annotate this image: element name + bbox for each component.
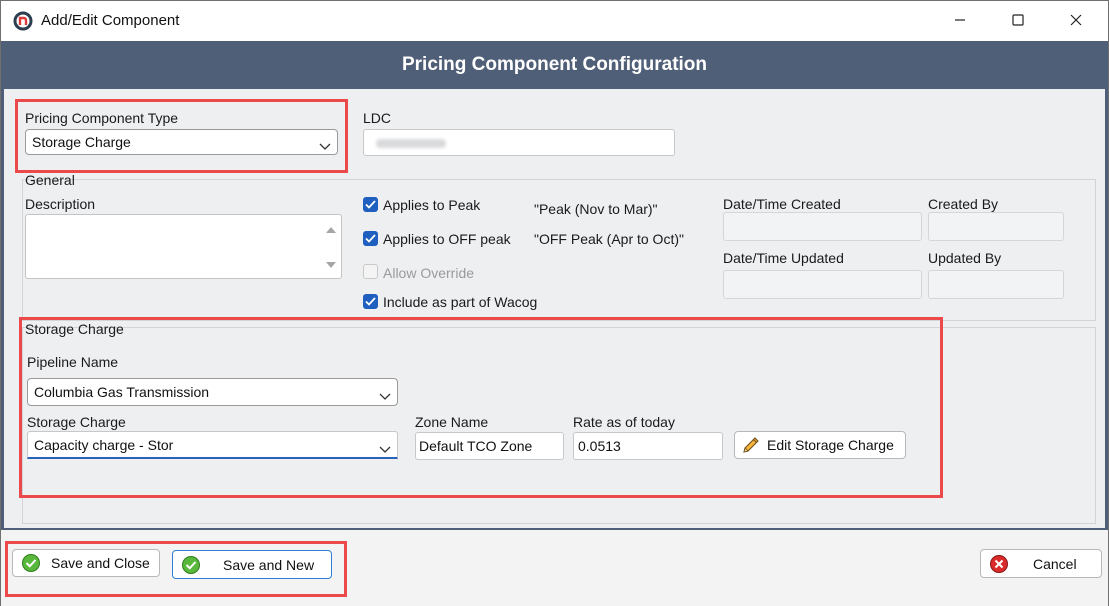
ldc-label: LDC xyxy=(363,110,392,126)
close-window-button[interactable] xyxy=(1052,1,1100,41)
storage-charge-value: Capacity charge - Stor xyxy=(34,436,174,453)
chevron-down-icon xyxy=(379,388,391,400)
include-wacog-checkbox[interactable] xyxy=(363,294,378,309)
storage-charge-title: Storage Charge xyxy=(25,321,124,337)
pricing-type-value: Storage Charge xyxy=(32,134,131,150)
date-created-field xyxy=(723,212,922,241)
rate-value: 0.0513 xyxy=(578,438,621,454)
applies-off-peak-label: Applies to OFF peak xyxy=(383,231,511,247)
date-updated-label: Date/Time Updated xyxy=(723,250,844,266)
storage-charge-label: Storage Charge xyxy=(27,414,126,430)
ldc-input[interactable] xyxy=(363,129,675,156)
general-title: General xyxy=(25,172,75,188)
check-circle-icon xyxy=(21,553,41,573)
updated-by-label: Updated By xyxy=(928,250,1002,266)
applies-peak-label: Applies to Peak xyxy=(383,197,481,213)
window-title: Add/Edit Component xyxy=(41,12,180,29)
dialog-window: Add/Edit Component Pricing Component Con… xyxy=(0,0,1109,606)
updated-by-field xyxy=(928,270,1064,299)
cancel-circle-icon xyxy=(989,554,1009,574)
minimize-button[interactable] xyxy=(936,1,984,41)
storage-charge-select[interactable]: Capacity charge - Stor xyxy=(27,431,398,459)
applies-peak-checkbox[interactable] xyxy=(363,197,378,212)
zone-name-label: Zone Name xyxy=(415,414,489,430)
footer-bar: Save and Close Save and New Cancel xyxy=(1,530,1108,606)
dialog-body: Pricing Component Configuration Pricing … xyxy=(1,41,1108,530)
check-circle-icon xyxy=(181,555,201,575)
pipeline-name-label: Pipeline Name xyxy=(27,354,119,370)
pipeline-name-value: Columbia Gas Transmission xyxy=(34,384,210,400)
applies-off-peak-checkbox[interactable] xyxy=(363,231,378,246)
zone-name-value: Default TCO Zone xyxy=(419,438,533,454)
page-title: Pricing Component Configuration xyxy=(401,54,708,75)
save-and-new-button[interactable]: Save and New xyxy=(172,550,332,579)
cancel-button[interactable]: Cancel xyxy=(980,549,1102,578)
pricing-type-label: Pricing Component Type xyxy=(25,110,179,126)
title-bar: Add/Edit Component xyxy=(1,1,1108,41)
pencil-icon xyxy=(741,435,761,455)
scroll-down-icon[interactable] xyxy=(326,256,336,272)
edit-storage-charge-label: Edit Storage Charge xyxy=(767,437,894,453)
allow-override-checkbox[interactable] xyxy=(363,264,378,279)
pipeline-name-select[interactable]: Columbia Gas Transmission xyxy=(27,378,398,406)
cancel-label: Cancel xyxy=(1033,555,1077,572)
storage-charge-panel xyxy=(22,327,1096,524)
save-and-close-label: Save and Close xyxy=(51,555,150,571)
created-by-field xyxy=(928,212,1064,241)
chevron-down-icon xyxy=(319,138,331,150)
off-peak-period-note: "OFF Peak (Apr to Oct)" xyxy=(534,231,684,247)
form-content: Pricing Component Type Storage Charge LD… xyxy=(4,89,1105,528)
rate-label: Rate as of today xyxy=(573,414,675,430)
maximize-button[interactable] xyxy=(994,1,1042,41)
date-created-label: Date/Time Created xyxy=(723,196,841,212)
header-bar: Pricing Component Configuration xyxy=(1,41,1108,89)
zone-name-input[interactable]: Default TCO Zone xyxy=(415,432,564,460)
description-textarea[interactable] xyxy=(25,214,342,279)
description-label: Description xyxy=(25,196,96,212)
save-and-new-label: Save and New xyxy=(223,556,315,573)
app-logo-icon xyxy=(13,11,33,31)
allow-override-label: Allow Override xyxy=(383,265,475,281)
rate-input[interactable]: 0.0513 xyxy=(573,432,723,460)
scroll-up-icon[interactable] xyxy=(326,221,336,237)
created-by-label: Created By xyxy=(928,196,999,212)
close-icon xyxy=(1070,13,1082,29)
save-and-close-button[interactable]: Save and Close xyxy=(12,549,160,577)
peak-period-note: "Peak (Nov to Mar)" xyxy=(534,201,658,217)
maximize-icon xyxy=(1012,13,1024,29)
blurred-ldc-text xyxy=(376,139,446,148)
chevron-down-icon xyxy=(379,441,391,453)
minimize-icon xyxy=(954,13,966,29)
date-updated-field xyxy=(723,270,922,299)
include-wacog-label: Include as part of Wacog xyxy=(383,294,538,310)
edit-storage-charge-button[interactable]: Edit Storage Charge xyxy=(734,431,906,459)
pricing-type-select[interactable]: Storage Charge xyxy=(25,129,338,155)
